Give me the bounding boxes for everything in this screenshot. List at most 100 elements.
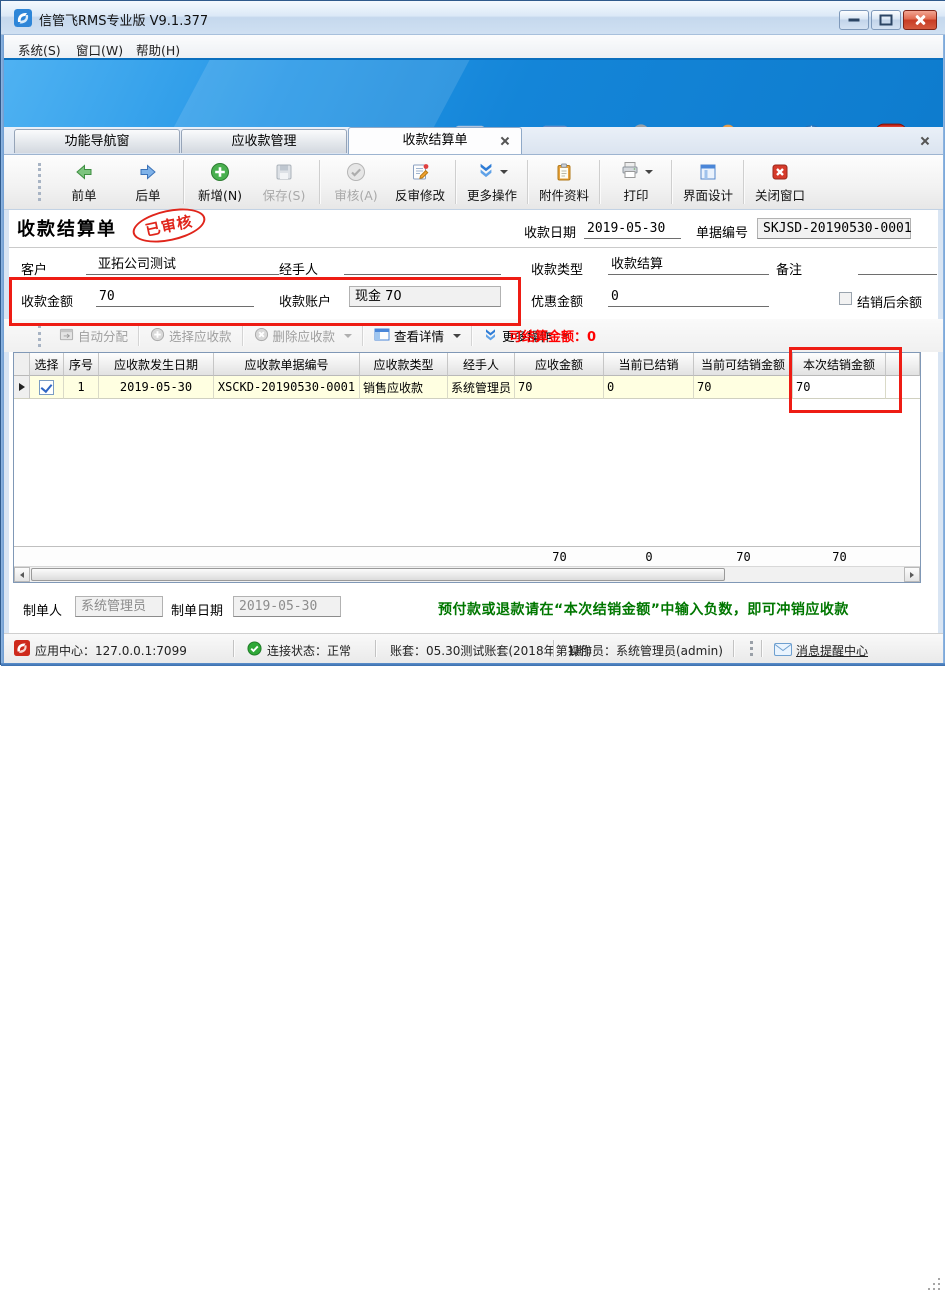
- receipt-account-field[interactable]: 现金 70: [349, 286, 501, 307]
- print-button[interactable]: 打印: [604, 157, 668, 207]
- column-header-filler: [886, 353, 920, 376]
- cell-type[interactable]: 销售应收款: [360, 376, 448, 399]
- auto-assign-button[interactable]: 自动分配: [52, 323, 135, 348]
- restore-button[interactable]: [871, 10, 901, 30]
- minimize-button[interactable]: [839, 10, 869, 30]
- menu-window[interactable]: 窗口(W): [70, 39, 129, 60]
- scroll-right-button[interactable]: [904, 567, 920, 582]
- scrollbar-thumb[interactable]: [31, 568, 725, 581]
- checkbox-checked-icon[interactable]: [39, 380, 54, 395]
- handler-label: 经手人: [279, 259, 318, 278]
- toolbar-separator: [138, 326, 140, 346]
- toolbar-separator: [527, 160, 529, 204]
- balance-checkbox[interactable]: [839, 292, 852, 305]
- status-separator: [375, 640, 377, 657]
- delete-receivable-button[interactable]: 删除应收款: [247, 323, 360, 348]
- form-title: 收款结算单: [17, 215, 117, 241]
- tab-close-icon[interactable]: [500, 136, 509, 145]
- menu-bar: 系统(S) 窗口(W) 帮助(H): [4, 35, 943, 58]
- balance-checkbox-label: 结销后余额: [857, 292, 922, 311]
- app-banner: 信管飞 · 精细化管理软件 我的工作台 单据中心 修改密码 更换操作员 用户中心…: [4, 58, 943, 127]
- summary-settled: 0: [604, 550, 694, 564]
- cell-select[interactable]: [30, 376, 64, 399]
- status-separator: [233, 640, 235, 657]
- column-header-settled[interactable]: 当前已结销: [604, 353, 694, 376]
- toolbar-grip: [38, 325, 44, 347]
- scroll-left-button[interactable]: [14, 567, 30, 582]
- tab-receipt-settlement[interactable]: 收款结算单: [348, 127, 522, 154]
- prev-doc-button[interactable]: 前单: [52, 157, 116, 207]
- toolbar-grip: [38, 163, 44, 201]
- double-chevron-down-icon: [477, 161, 495, 182]
- grid-data-row[interactable]: 1 2019-05-30 XSCKD-20190530-0001 销售应收款 系…: [14, 376, 920, 399]
- window-title: 信管飞RMS专业版 V9.1.377: [39, 10, 208, 29]
- dropdown-caret-icon: [500, 170, 508, 174]
- remark-field[interactable]: [858, 255, 937, 275]
- column-header-amount[interactable]: 应收金额: [515, 353, 604, 376]
- status-separator: [733, 640, 735, 657]
- cell-doc-no[interactable]: XSCKD-20190530-0001: [214, 376, 360, 399]
- column-header-doc-no[interactable]: 应收款单据编号: [214, 353, 360, 376]
- receipt-amount-field[interactable]: 70: [96, 287, 254, 307]
- resize-grip-icon[interactable]: [928, 1278, 941, 1291]
- save-button[interactable]: 保存(S): [252, 157, 316, 207]
- hint-text: 预付款或退款请在“本次结销金额”中输入负数，即可冲销应收款: [438, 599, 849, 619]
- grid-header-row: 选择 序号 应收款发生日期 应收款单据编号 应收款类型 经手人 应收金额 当前已…: [14, 353, 920, 376]
- audit-button[interactable]: 审核(A): [324, 157, 388, 207]
- toolbar-separator: [242, 326, 244, 346]
- scroll-right-icon: [910, 572, 914, 578]
- cell-amount[interactable]: 70: [515, 376, 604, 399]
- ui-design-button[interactable]: 界面设计: [676, 157, 740, 207]
- scroll-left-icon: [20, 572, 24, 578]
- view-details-button[interactable]: 查看详情: [367, 323, 468, 348]
- new-button[interactable]: 新增(N): [188, 157, 252, 207]
- receipt-type-field[interactable]: 收款结算: [608, 255, 769, 275]
- tab-receivables-management[interactable]: 应收款管理: [181, 129, 347, 153]
- creator-label: 制单人: [23, 600, 62, 619]
- receipt-amount-label: 收款金额: [21, 291, 73, 310]
- cell-settleable[interactable]: 70: [694, 376, 793, 399]
- cell-handler[interactable]: 系统管理员: [448, 376, 515, 399]
- tab-function-navigator[interactable]: 功能导航窗: [14, 129, 180, 153]
- menu-system[interactable]: 系统(S): [12, 39, 67, 60]
- view-details-icon: [374, 327, 390, 345]
- cell-this-settle[interactable]: 70: [793, 376, 886, 399]
- column-header-this-settle[interactable]: 本次结销金额: [793, 353, 886, 376]
- close-window-button[interactable]: [903, 10, 937, 30]
- cell-seq[interactable]: 1: [64, 376, 99, 399]
- horizontal-scrollbar[interactable]: [14, 566, 920, 582]
- menu-help[interactable]: 帮助(H): [130, 39, 186, 60]
- close-tab-button[interactable]: 关闭窗口: [748, 157, 812, 207]
- receipt-date-field[interactable]: 2019-05-30: [584, 219, 681, 239]
- toolbar-separator: [319, 160, 321, 204]
- cell-settled[interactable]: 0: [604, 376, 694, 399]
- column-header-select[interactable]: 选择: [30, 353, 64, 376]
- remark-label: 备注: [776, 259, 802, 278]
- next-doc-button[interactable]: 后单: [116, 157, 180, 207]
- column-header-handler[interactable]: 经手人: [448, 353, 515, 376]
- envelope-icon: [774, 643, 792, 656]
- select-receivable-button[interactable]: 选择应收款: [143, 323, 239, 348]
- dropdown-caret-icon: [645, 170, 653, 174]
- attachments-button[interactable]: 附件资料: [532, 157, 596, 207]
- handler-field[interactable]: [344, 255, 501, 275]
- column-header-date[interactable]: 应收款发生日期: [99, 353, 214, 376]
- column-header-type[interactable]: 应收款类型: [360, 353, 448, 376]
- cell-date[interactable]: 2019-05-30: [99, 376, 214, 399]
- customer-field[interactable]: 亚拓公司测试: [86, 255, 279, 275]
- column-header-seq[interactable]: 序号: [64, 353, 99, 376]
- doc-no-label: 单据编号: [696, 222, 748, 241]
- message-center-link[interactable]: 消息提醒中心: [796, 642, 868, 659]
- tab-strip: 功能导航窗 应收款管理 收款结算单: [4, 127, 943, 154]
- tabstrip-close-icon[interactable]: [920, 136, 929, 145]
- receipt-type-label: 收款类型: [531, 259, 583, 278]
- title-bar: 信管飞RMS专业版 V9.1.377: [1, 1, 945, 35]
- unaudit-edit-button[interactable]: 反审修改: [388, 157, 452, 207]
- more-actions-button[interactable]: 更多操作: [460, 157, 524, 207]
- dropdown-caret-icon: [344, 334, 352, 338]
- column-header-settleable[interactable]: 当前可结销金额: [694, 353, 793, 376]
- app-center-status: 应用中心：127.0.0.1:7099: [35, 642, 187, 659]
- discount-amount-field[interactable]: 0: [608, 287, 769, 307]
- settleable-amount: 可结算金额：0: [509, 326, 596, 345]
- creator-field: 系统管理员: [75, 596, 163, 617]
